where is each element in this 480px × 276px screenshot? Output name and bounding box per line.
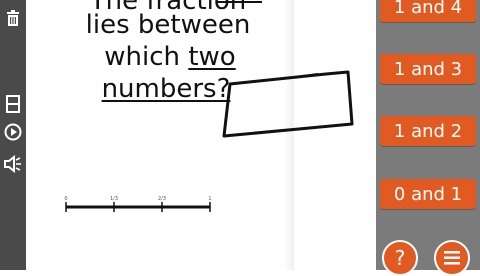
answer-button-0-and-1[interactable]: 0 and 1 [380,179,476,209]
answer-button-1-and-2[interactable]: 1 and 2 [380,116,476,146]
play-icon[interactable] [3,122,23,142]
trash-icon[interactable] [3,8,23,28]
answer-box [222,70,354,138]
whiteboard[interactable]: The fraction lies between which two numb… [26,0,376,270]
answer-button-1-and-4[interactable]: 1 and 4 [380,0,476,22]
left-toolbar [0,0,26,270]
tick-label-0: 0 [64,196,67,202]
answer-button-1-and-3[interactable]: 1 and 3 [380,54,476,84]
menu-icon [444,251,460,265]
menu-button[interactable] [434,240,470,276]
tick-label-1: 1 [208,196,211,202]
answer-panel: 1 and 4 1 and 3 1 and 2 0 and 1 ? [376,0,480,276]
tick-label-2-3: 2/3 [158,196,166,202]
tick-label-1-3: 1/3 [110,196,118,202]
speaker-icon[interactable] [3,154,23,174]
drawing-layer: 0 1/3 2/3 1 [64,1,354,212]
help-button[interactable]: ? [382,240,418,276]
frame-icon[interactable] [3,94,23,114]
help-icon: ? [394,246,406,270]
